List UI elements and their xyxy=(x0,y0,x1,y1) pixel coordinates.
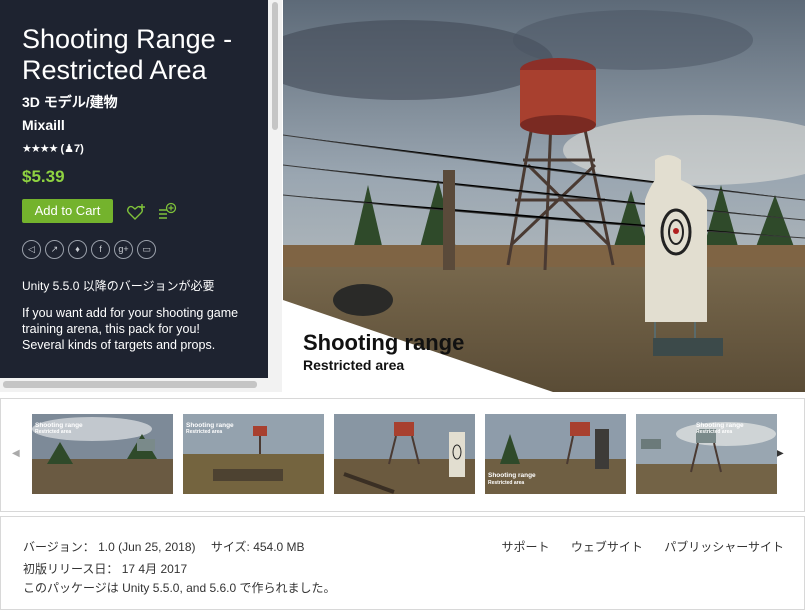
built-with-text: このパッケージは Unity 5.5.0, and 5.6.0 で作られました。 xyxy=(23,581,336,595)
carousel-next-arrow-icon[interactable]: ▶ xyxy=(776,448,784,459)
thumbnail-5-caption-subtitle: Restricted area xyxy=(696,429,733,435)
rating[interactable]: ★★★★ (♟7) xyxy=(22,142,84,155)
thumbnail-4-caption-subtitle: Restricted area xyxy=(488,480,525,486)
product-description: If you want add for your shooting game t… xyxy=(22,306,239,352)
google-plus-icon[interactable]: g+ xyxy=(114,240,133,259)
price: $5.39 xyxy=(22,167,65,186)
horizontal-scroll-thumb[interactable] xyxy=(3,381,257,388)
product-title: Shooting Range - Restricted Area xyxy=(22,24,233,85)
thumbnail-5[interactable]: Shooting range Restricted area xyxy=(636,414,777,494)
publisher-site-link[interactable]: パブリッシャーサイト xyxy=(664,540,784,554)
version-row: バージョン： 1.0 (Jun 25, 2018) サイズ: 454.0 MB xyxy=(23,538,305,555)
facebook-icon[interactable]: f xyxy=(91,240,110,259)
thumbnail-5-caption-title: Shooting range xyxy=(696,422,744,429)
thumbnail-2-caption-title: Shooting range xyxy=(186,422,234,429)
support-link[interactable]: サポート xyxy=(502,540,550,554)
list-add-icon[interactable] xyxy=(156,201,178,223)
package-details-panel: バージョン： 1.0 (Jun 25, 2018) サイズ: 454.0 MB … xyxy=(0,516,805,610)
thumbnail-1-caption-subtitle: Restricted area xyxy=(35,429,72,435)
details-links: サポート ウェブサイト パブリッシャーサイト xyxy=(484,538,784,555)
carousel-prev-arrow-icon[interactable]: ◀ xyxy=(12,448,20,459)
hero-screenshot[interactable]: Shooting range Restricted area xyxy=(283,0,805,392)
unity-version-requirement: Unity 5.5.0 以降のバージョンが必要 xyxy=(22,279,215,293)
thumbnail-1-caption-title: Shooting range xyxy=(35,422,83,429)
first-release-value: 17 4月 2017 xyxy=(121,562,188,576)
thumbnail-4[interactable]: Shooting range Restricted area xyxy=(485,414,626,494)
add-to-cart-button[interactable]: Add to Cart xyxy=(22,199,113,223)
twitter-icon[interactable]: ♦ xyxy=(68,240,87,259)
wishlist-add-icon[interactable] xyxy=(126,201,148,223)
rating-count: (♟7) xyxy=(60,143,84,155)
size-value: 454.0 MB xyxy=(253,540,305,554)
thumbnail-4-caption-title: Shooting range xyxy=(488,472,536,479)
rating-stars: ★★★★ xyxy=(22,143,58,155)
thumbnail-3[interactable] xyxy=(334,414,475,494)
product-category-link[interactable]: 3D モデル/建物 xyxy=(22,92,118,112)
share-icon[interactable]: ◁ xyxy=(22,240,41,259)
first-release-row: 初版リリース日： 17 4月 2017 xyxy=(23,560,187,577)
product-info-panel: Shooting Range - Restricted Area 3D モデル/… xyxy=(0,0,268,378)
version-label: バージョン： xyxy=(23,540,95,554)
vertical-scroll-thumb[interactable] xyxy=(272,2,278,130)
publisher-link[interactable]: Mixaill xyxy=(22,117,65,133)
size-label: サイズ: xyxy=(210,540,250,554)
first-release-label: 初版リリース日： xyxy=(23,562,119,576)
thumbnail-2[interactable]: Shooting range Restricted area xyxy=(183,414,324,494)
comment-icon[interactable]: ▭ xyxy=(137,240,156,259)
thumbnail-3-image xyxy=(334,414,475,494)
thumbnail-2-caption-subtitle: Restricted area xyxy=(186,429,223,435)
link-icon[interactable]: ↗ xyxy=(45,240,64,259)
hero-caption-subtitle: Restricted area xyxy=(303,357,405,373)
version-value: 1.0 (Jun 25, 2018) xyxy=(98,540,196,554)
hero-caption-title: Shooting range xyxy=(303,330,465,355)
website-link[interactable]: ウェブサイト xyxy=(571,540,643,554)
